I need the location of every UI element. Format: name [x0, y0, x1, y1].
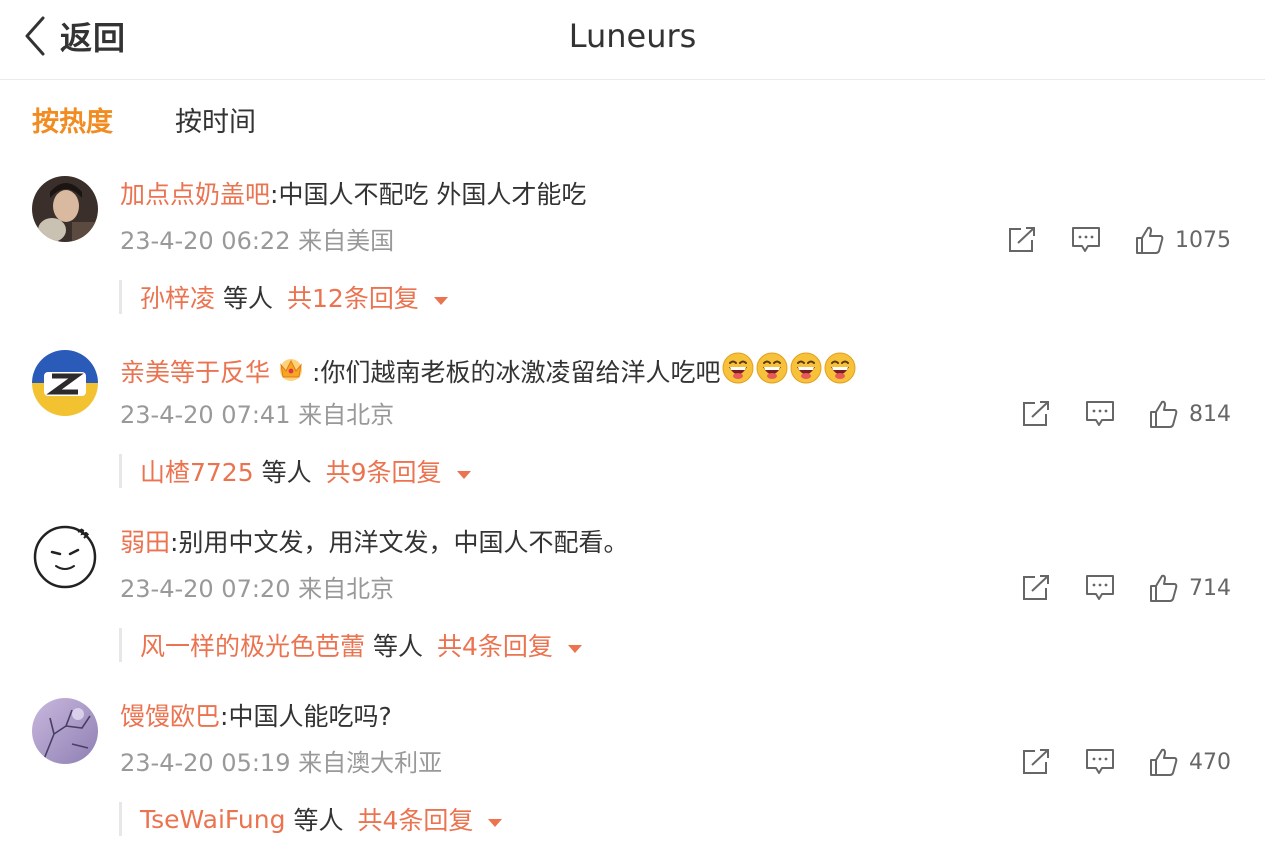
comment-item: 亲美等于反华 :你们越南老板的冰激凌留给洋人吃吧 23-4-20 07:41 来…	[0, 350, 1265, 520]
avatar[interactable]	[32, 698, 98, 764]
comment-username[interactable]: 亲美等于反华	[120, 356, 270, 390]
crown-badge-icon	[276, 355, 306, 390]
avatar[interactable]	[32, 524, 98, 590]
comment-item: 弱田 :别用中文发，用洋文发，中国人不配看。 23-4-20 07:20 来自北…	[0, 524, 1265, 694]
reply-count-link[interactable]: 共4条回复	[437, 627, 553, 663]
comment-icon[interactable]	[1071, 226, 1101, 254]
comment-location: 来自北京	[298, 401, 395, 429]
comment-text: :别用中文发，用洋文发，中国人不配看。	[170, 528, 629, 557]
share-icon[interactable]	[1021, 748, 1051, 776]
like-icon[interactable]	[1135, 225, 1165, 255]
comment-time: 23-4-20 05:19	[120, 749, 291, 777]
like-icon[interactable]	[1149, 399, 1179, 429]
comment-icon[interactable]	[1085, 400, 1115, 428]
reply-etc-label: 等人	[223, 284, 274, 313]
reply-username[interactable]: 风一样的极光色芭蕾	[140, 627, 365, 663]
sort-tabs: 按热度 按时间	[32, 104, 318, 142]
comment-location: 来自美国	[298, 227, 395, 255]
reply-username[interactable]: 孙梓凌	[140, 279, 215, 315]
comment-text-line: 亲美等于反华 :你们越南老板的冰激凌留给洋人吃吧	[120, 352, 856, 393]
header-bar: 返回 Luneurs	[0, 0, 1265, 80]
share-icon[interactable]	[1021, 574, 1051, 602]
reply-count-link[interactable]: 共12条回复	[287, 279, 419, 315]
reply-summary[interactable]: TseWaiFung 等人 共4条回复	[119, 802, 503, 836]
avatar[interactable]	[32, 176, 98, 242]
comment-time: 23-4-20 06:22	[120, 227, 291, 255]
comment-location: 来自北京	[298, 575, 395, 603]
comment-meta: 23-4-20 05:19 来自澳大利亚	[120, 746, 442, 780]
comment-actions: 1075	[973, 222, 1231, 258]
caret-down-icon	[456, 457, 472, 486]
caret-down-icon	[433, 283, 449, 312]
tab-sort-by-time[interactable]: 按时间	[175, 104, 256, 142]
comment-time: 23-4-20 07:20	[120, 575, 291, 603]
comment-username[interactable]: 加点点奶盖吧	[120, 178, 270, 212]
reply-etc-label: 等人	[293, 806, 344, 835]
avatar[interactable]	[32, 350, 98, 416]
caret-down-icon	[487, 805, 503, 834]
reply-count-link[interactable]: 共4条回复	[358, 801, 474, 837]
comment-text-line: 馒馒欧巴 :中国人能吃吗?	[120, 700, 392, 734]
comment-text-line: 加点点奶盖吧 :中国人不配吃 外国人才能吃	[120, 178, 586, 212]
page-title: Luneurs	[568, 17, 697, 55]
comment-text-line: 弱田 :别用中文发，用洋文发，中国人不配看。	[120, 526, 628, 560]
like-count: 1075	[1175, 227, 1231, 253]
comment-meta: 23-4-20 07:20 来自北京	[120, 572, 394, 606]
comment-location: 来自澳大利亚	[298, 749, 443, 777]
reply-etc-label: 等人	[261, 458, 312, 487]
comment-icon[interactable]	[1085, 574, 1115, 602]
comment-actions: 814	[987, 396, 1231, 432]
laughing-emoji-icon	[824, 352, 856, 393]
tab-sort-by-hot[interactable]: 按热度	[32, 104, 113, 142]
comment-meta: 23-4-20 06:22 来自美国	[120, 224, 394, 258]
comment-text: :中国人能吃吗?	[220, 702, 392, 731]
reply-summary[interactable]: 风一样的极光色芭蕾 等人 共4条回复	[119, 628, 583, 662]
reply-summary[interactable]: 孙梓凌 等人 共12条回复	[119, 280, 449, 314]
comment-username[interactable]: 弱田	[120, 526, 170, 560]
like-icon[interactable]	[1149, 573, 1179, 603]
share-icon[interactable]	[1007, 226, 1037, 254]
reply-etc-label: 等人	[373, 632, 424, 661]
reply-username[interactable]: TseWaiFung	[140, 805, 286, 834]
comment-actions: 470	[987, 744, 1231, 780]
comment-actions: 714	[987, 570, 1231, 606]
like-icon[interactable]	[1149, 747, 1179, 777]
share-icon[interactable]	[1021, 400, 1051, 428]
comment-text: :你们越南老板的冰激凌留给洋人吃吧	[312, 357, 721, 387]
comment-icon[interactable]	[1085, 748, 1115, 776]
like-count: 470	[1189, 749, 1231, 775]
comment-username[interactable]: 馒馒欧巴	[120, 700, 220, 734]
laughing-emoji-icon	[722, 352, 754, 393]
comment-meta: 23-4-20 07:41 来自北京	[120, 398, 394, 432]
comment-text: :中国人不配吃 外国人才能吃	[270, 180, 587, 209]
comment-item: 加点点奶盖吧 :中国人不配吃 外国人才能吃 23-4-20 06:22 来自美国…	[0, 176, 1265, 346]
caret-down-icon	[567, 631, 583, 660]
laughing-emoji-icon	[756, 352, 788, 393]
comment-time: 23-4-20 07:41	[120, 401, 291, 429]
laughing-emoji-icon	[790, 352, 822, 393]
reply-username[interactable]: 山楂7725	[140, 453, 254, 489]
like-count: 814	[1189, 401, 1231, 427]
like-count: 714	[1189, 575, 1231, 601]
comment-item: 馒馒欧巴 :中国人能吃吗? 23-4-20 05:19 来自澳大利亚 470 T…	[0, 698, 1265, 868]
reply-summary[interactable]: 山楂7725 等人 共9条回复	[119, 454, 472, 488]
reply-count-link[interactable]: 共9条回复	[326, 453, 442, 489]
